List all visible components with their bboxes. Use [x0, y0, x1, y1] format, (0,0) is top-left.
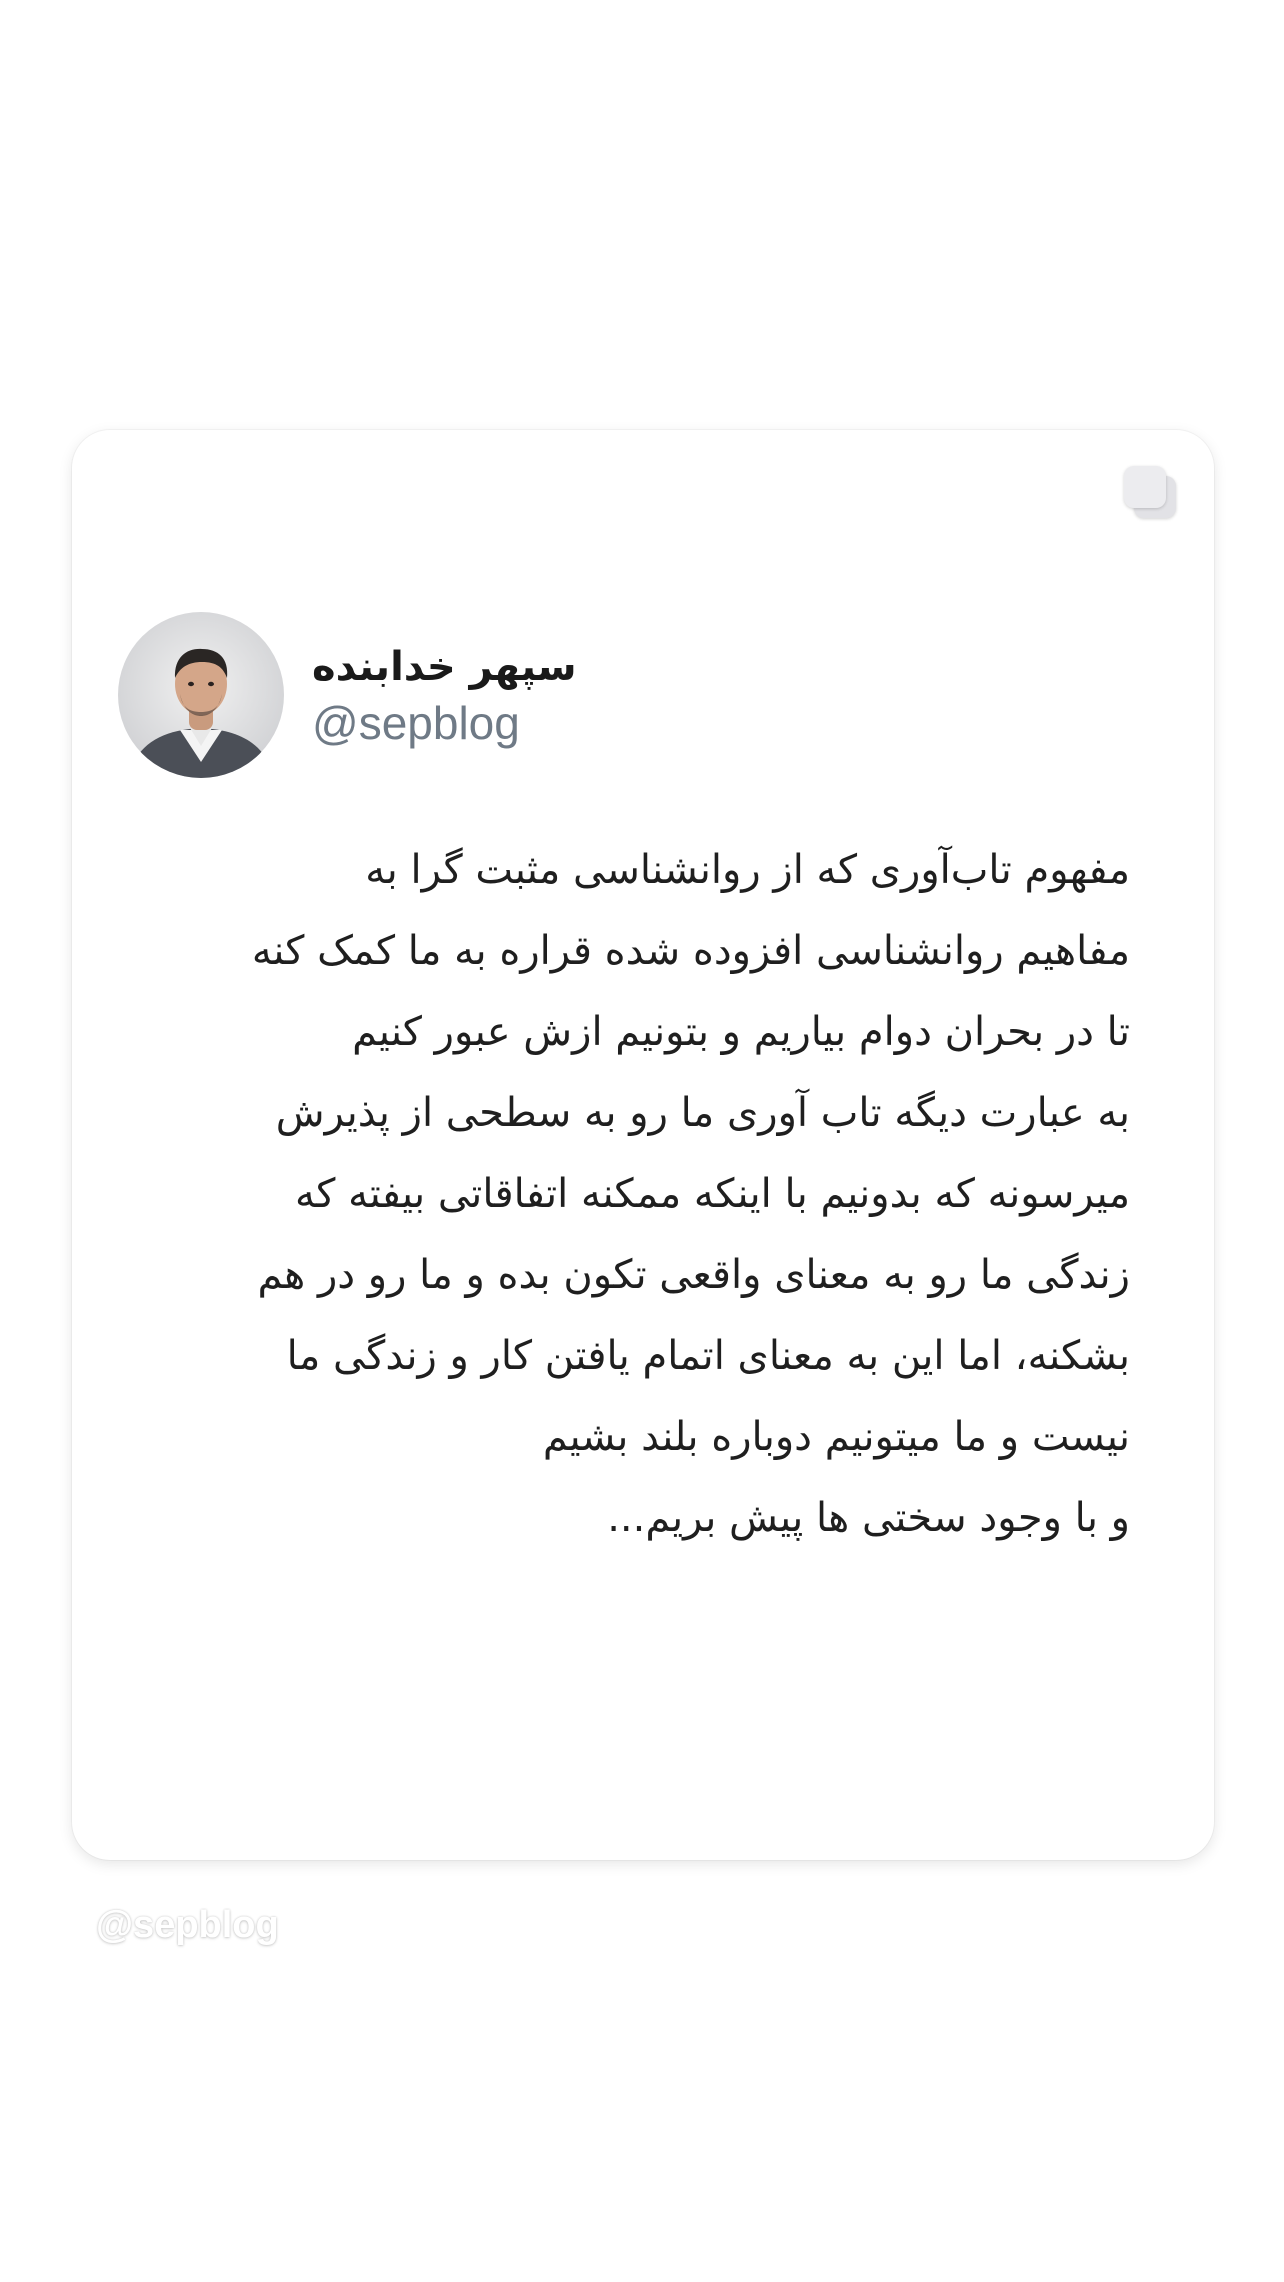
profile-names: سپهر خدابنده @sepblog	[312, 639, 577, 751]
tweet-text: مفهوم تاب‌آوری که از روانشناسی مثبت گرا …	[130, 830, 1130, 1559]
copy-icon-front-square	[1124, 466, 1166, 508]
tweet-line: بشکنه، اما این به معنای اتمام یافتن کار …	[286, 1333, 1130, 1379]
avatar[interactable]	[118, 612, 284, 778]
tweet-line: مفاهیم روانشناسی افزوده شده قراره به ما …	[251, 928, 1130, 974]
tweet-line: به عبارت دیگه تاب آوری ما رو به سطحی از …	[275, 1090, 1130, 1136]
tweet-line: تا در بحران دوام بیاریم و بتونیم ازش عبو…	[352, 1009, 1130, 1055]
copy-icon[interactable]	[1122, 464, 1180, 522]
tweet-line: نیست و ما میتونیم دوباره بلند بشیم	[542, 1414, 1130, 1460]
profile-header: سپهر خدابنده @sepblog	[118, 612, 577, 778]
tweet-card: سپهر خدابنده @sepblog مفهوم تاب‌آوری که …	[72, 430, 1214, 1860]
user-handle[interactable]: @sepblog	[312, 695, 577, 751]
display-name[interactable]: سپهر خدابنده	[312, 639, 577, 695]
user-photo-avatar-icon	[118, 612, 284, 778]
tweet-line: میرسونه که بدونیم با اینکه ممکنه اتفاقات…	[294, 1171, 1130, 1217]
tweet-line: زندگی ما رو به معنای واقعی تکون بده و ما…	[257, 1252, 1130, 1298]
tweet-line: مفهوم تاب‌آوری که از روانشناسی مثبت گرا …	[365, 847, 1130, 893]
watermark-handle: @sepblog	[96, 1904, 279, 1946]
tweet-line: و با وجود سختی ها پیش بریم...	[607, 1495, 1130, 1541]
